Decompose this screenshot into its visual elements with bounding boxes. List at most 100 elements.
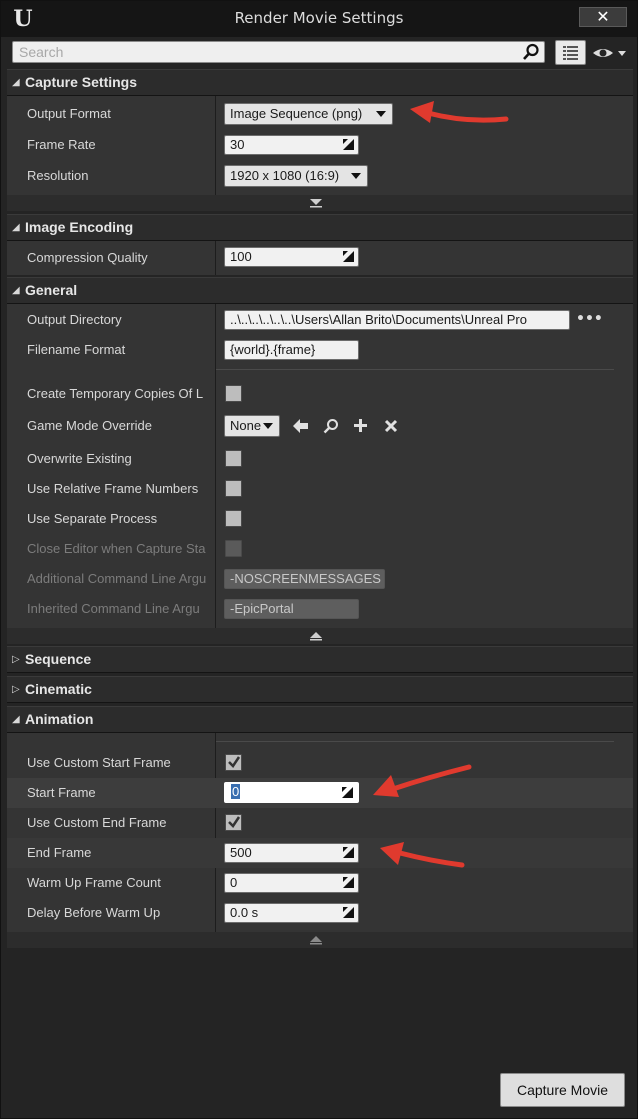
close-button[interactable]: ✕ (579, 7, 627, 27)
annotation-arrow-end-frame (380, 842, 465, 868)
checkmark-icon (228, 756, 241, 768)
end-frame-field[interactable]: 500 (224, 843, 359, 863)
compression-quality-field[interactable]: 100 (224, 247, 359, 267)
eye-icon[interactable] (591, 43, 629, 63)
expand-arrow-icon: ▷ (12, 654, 20, 665)
collapse-arrow-icon: ◢ (12, 77, 20, 88)
row-separate-process: Use Separate Process (7, 504, 633, 534)
category-sequence[interactable]: ▷ Sequence (7, 646, 633, 673)
separate-process-checkbox[interactable] (225, 510, 242, 527)
spin-handle-icon[interactable] (342, 787, 353, 798)
category-label: Image Encoding (25, 219, 134, 235)
row-game-mode-override: Game Mode Override (7, 411, 633, 441)
custom-end-frame-label: Use Custom End Frame (27, 815, 167, 830)
row-custom-start-frame: Use Custom Start Frame (7, 748, 633, 778)
search-box[interactable] (12, 41, 545, 63)
spin-handle-icon[interactable] (343, 251, 354, 262)
additional-command-line-value: -NOSCREENMESSAGES (230, 571, 381, 586)
annotation-arrow-output-format (410, 101, 509, 123)
browse-directory-button[interactable]: ••• (576, 311, 603, 327)
category-label: Sequence (25, 651, 92, 667)
output-format-dropdown[interactable]: Image Sequence (png) (224, 103, 393, 125)
temporary-copies-label: Create Temporary Copies Of L (27, 386, 204, 401)
browse-arrow-icon[interactable] (293, 419, 308, 433)
output-directory-value: ..\..\..\..\..\..\Users\Allan Brito\Docu… (230, 312, 527, 327)
output-directory-label: Output Directory (27, 312, 122, 327)
annotation-arrow-start-frame (373, 764, 472, 797)
category-image-encoding[interactable]: ◢ Image Encoding (7, 214, 633, 241)
row-relative-frame-numbers: Use Relative Frame Numbers (7, 474, 633, 504)
list-view-icon[interactable] (555, 40, 586, 65)
close-editor-label: Close Editor when Capture Sta (27, 541, 206, 556)
custom-end-frame-checkbox[interactable] (225, 814, 242, 831)
warm-up-frame-count-field[interactable]: 0 (224, 873, 359, 893)
delay-before-warm-up-field[interactable]: 0.0 s (224, 903, 359, 923)
output-format-value: Image Sequence (png) (230, 106, 363, 121)
game-mode-override-label: Game Mode Override (27, 418, 152, 433)
render-movie-settings-window: U Render Movie Settings ✕ Search ◢ Captu… (0, 0, 638, 1119)
filename-format-label: Filename Format (27, 342, 126, 357)
row-temporary-copies: Create Temporary Copies Of L (7, 379, 633, 409)
resolution-dropdown[interactable]: 1920 x 1080 (16:9) (224, 165, 368, 187)
magnifier-icon[interactable] (323, 418, 339, 434)
resolution-label: Resolution (27, 168, 89, 183)
spin-handle-icon[interactable] (343, 907, 354, 918)
additional-command-line-label: Additional Command Line Argu (27, 571, 207, 586)
frame-rate-label: Frame Rate (27, 137, 96, 152)
category-cinematic[interactable]: ▷ Cinematic (7, 676, 633, 703)
collapse-arrow-icon: ◢ (12, 285, 20, 296)
collapse-arrow-icon: ◢ (12, 222, 20, 233)
inherited-command-line-field: -EpicPortal (224, 599, 359, 619)
relative-frame-numbers-checkbox[interactable] (225, 480, 242, 497)
advanced-expander[interactable] (7, 195, 633, 211)
category-label: Animation (25, 711, 94, 727)
inherited-command-line-value: -EpicPortal (230, 601, 294, 616)
spin-handle-icon[interactable] (343, 139, 354, 150)
collapse-arrow-icon: ◢ (12, 714, 20, 725)
category-capture-settings[interactable]: ◢ Capture Settings (7, 69, 633, 96)
chevron-down-icon (376, 111, 386, 117)
advanced-collapser[interactable] (7, 628, 633, 644)
frame-rate-field[interactable]: 30 (224, 135, 359, 155)
category-general[interactable]: ◢ General (7, 277, 633, 304)
frame-rate-value: 30 (230, 137, 245, 152)
collapse-icon (310, 632, 322, 641)
inherited-command-line-label: Inherited Command Line Argu (27, 601, 200, 616)
overwrite-existing-label: Overwrite Existing (27, 451, 132, 466)
filename-format-field[interactable]: {world}.{frame} (224, 340, 359, 360)
warm-up-frame-count-label: Warm Up Frame Count (27, 875, 161, 890)
search-row (1, 37, 637, 69)
animation-advanced-collapser[interactable] (7, 932, 633, 948)
expand-arrow-icon: ▷ (12, 684, 20, 695)
overwrite-existing-checkbox[interactable] (225, 450, 242, 467)
end-frame-value: 500 (230, 845, 252, 860)
checkmark-icon (228, 816, 241, 828)
plus-icon[interactable] (353, 418, 368, 433)
relative-frame-numbers-label: Use Relative Frame Numbers (27, 481, 199, 496)
clear-icon[interactable] (384, 419, 398, 433)
delay-before-warm-up-value: 0.0 s (230, 905, 259, 920)
start-frame-field[interactable]: 0 (224, 782, 359, 803)
game-mode-dropdown[interactable]: None (224, 415, 280, 437)
start-frame-label: Start Frame (27, 785, 96, 800)
capture-movie-button[interactable]: Capture Movie (500, 1073, 625, 1107)
end-frame-label: End Frame (27, 845, 92, 860)
game-mode-value: None (230, 418, 262, 433)
temporary-copies-checkbox[interactable] (225, 385, 242, 402)
expand-icon (310, 199, 322, 208)
search-input[interactable] (13, 42, 515, 62)
spin-handle-icon[interactable] (343, 847, 354, 858)
separate-process-label: Use Separate Process (27, 511, 158, 526)
spin-handle-icon[interactable] (343, 877, 354, 888)
delay-before-warm-up-label: Delay Before Warm Up (27, 905, 161, 920)
chevron-down-icon (263, 423, 273, 429)
output-directory-field[interactable]: ..\..\..\..\..\..\Users\Allan Brito\Docu… (224, 310, 570, 330)
collapse-icon (310, 936, 322, 945)
category-animation[interactable]: ◢ Animation (7, 706, 633, 733)
custom-start-frame-checkbox[interactable] (225, 754, 242, 771)
title-bar: U Render Movie Settings ✕ (1, 1, 637, 37)
window-title: Render Movie Settings (234, 9, 404, 27)
compression-quality-label: Compression Quality (27, 250, 148, 265)
start-frame-value: 0 (231, 784, 241, 799)
search-icon[interactable] (522, 43, 540, 61)
